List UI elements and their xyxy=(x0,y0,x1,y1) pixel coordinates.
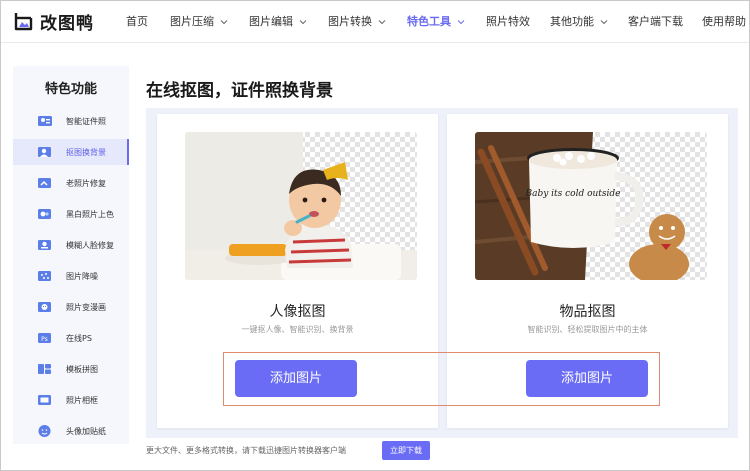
frame-icon xyxy=(38,395,51,405)
portrait-cutout-card: 人像抠图 一键抠人像、智能识别、换背景 添加图片 xyxy=(157,114,438,428)
sticker-icon xyxy=(38,425,51,437)
card-description: 智能识别、轻松提取图片中的主体 xyxy=(527,325,648,334)
nav-item-other[interactable]: 其他功能 xyxy=(550,0,608,43)
nav-item-compress[interactable]: 图片压缩 xyxy=(170,0,228,43)
sidebar-item[interactable]: 头像加贴纸 xyxy=(13,418,129,444)
sidebar-item-label: 头像加贴纸 xyxy=(66,426,106,436)
colorize-icon xyxy=(38,209,51,219)
sidebar-item-label: 老照片修复 xyxy=(66,178,106,188)
sidebar-item-label: 智能证件照 xyxy=(66,116,106,126)
chevron-down-icon xyxy=(600,19,608,24)
svg-text:Ps: Ps xyxy=(41,336,48,343)
sidebar-item-label: 照片相框 xyxy=(66,395,98,405)
sidebar-item[interactable]: 模板拼图 xyxy=(13,356,129,382)
sidebar-item[interactable]: 抠图换背景 xyxy=(13,139,129,165)
sidebar-item[interactable]: Ps 在线PS xyxy=(13,325,129,351)
sidebar-item[interactable]: 智能证件照 xyxy=(13,108,129,134)
nav-item-label: 图片压缩 xyxy=(170,15,214,28)
sidebar-item-label: 黑白照片上色 xyxy=(66,209,114,219)
portrait-sample-image xyxy=(185,132,417,280)
denoise-icon xyxy=(38,271,51,281)
object-sample-image: Baby its cold outside xyxy=(475,132,707,280)
nav-item-convert[interactable]: 图片转换 xyxy=(328,0,386,43)
nav-item-label: 客户端下载 xyxy=(628,15,683,28)
chevron-down-icon xyxy=(220,19,228,24)
sidebar-item-label: 模板拼图 xyxy=(66,364,98,374)
nav-item-label: 照片特效 xyxy=(486,15,530,28)
sidebar-item-label: 图片降噪 xyxy=(66,271,98,281)
card-description: 一键抠人像、智能识别、换背景 xyxy=(241,325,354,334)
chevron-down-icon xyxy=(457,19,465,24)
card-title: 人像抠图 xyxy=(269,304,326,320)
sidebar-item-label: 照片变漫画 xyxy=(66,302,106,312)
nav-item-label: 使用帮助 xyxy=(702,15,746,28)
nav-item-label: 图片编辑 xyxy=(249,15,293,28)
cutout-icon xyxy=(38,147,51,157)
cartoon-icon xyxy=(38,302,51,312)
client-download-note: 更大文件、更多格式转换，请下载迅捷图片转换器客户端 xyxy=(146,446,346,455)
feature-sidebar: 特色功能 智能证件照抠图换背景老照片修复黑白照片上色 模糊人脸修复 图片降噪照片变漫… xyxy=(13,66,129,444)
nav-item-effects[interactable]: 照片特效 xyxy=(486,0,530,43)
nav-item-label: 首页 xyxy=(126,15,148,28)
collage-icon xyxy=(38,364,51,374)
card-title: 物品抠图 xyxy=(559,304,616,320)
face-repair-icon xyxy=(38,240,51,250)
nav-item-special-tools[interactable]: 特色工具 xyxy=(407,0,465,43)
sidebar-item-label: 抠图换背景 xyxy=(66,147,106,157)
chevron-down-icon xyxy=(378,19,386,24)
nav-item-label: 特色工具 xyxy=(407,15,451,28)
nav-item-label: 其他功能 xyxy=(550,15,594,28)
nav-item-help[interactable]: 使用帮助 xyxy=(702,0,746,43)
add-image-button[interactable]: 添加图片 xyxy=(526,360,648,397)
chevron-down-icon xyxy=(299,19,307,24)
photo-repair-icon xyxy=(38,178,51,188)
nav-item-home[interactable]: 首页 xyxy=(126,0,148,43)
top-header: 改图鸭 首页 图片压缩 图片编辑 图片转换 特色工具 照片特效 其他功能 客户端… xyxy=(0,0,750,43)
sidebar-title: 特色功能 xyxy=(44,82,97,97)
add-image-button[interactable]: 添加图片 xyxy=(235,360,357,397)
sidebar-item[interactable]: 图片降噪 xyxy=(13,263,129,289)
id-photo-icon xyxy=(38,116,52,126)
sidebar-item[interactable]: 照片相框 xyxy=(13,387,129,413)
ps-icon: Ps xyxy=(38,333,51,343)
mug-lettering: Baby its cold outside xyxy=(524,189,620,199)
download-now-button[interactable]: 立即下载 xyxy=(382,441,430,460)
page-title: 在线抠图，证件照换背景 xyxy=(146,81,333,101)
nav-item-label: 图片转换 xyxy=(328,15,372,28)
sidebar-item[interactable]: 老照片修复 xyxy=(13,170,129,196)
sidebar-item[interactable]: 黑白照片上色 xyxy=(13,201,129,227)
nav-item-client-download[interactable]: 客户端下载 xyxy=(628,0,683,43)
main-nav: 首页 图片压缩 图片编辑 图片转换 特色工具 照片特效 其他功能 客户端下载 使… xyxy=(0,0,750,43)
object-cutout-card: Baby its cold outside 物品抠图 智能识别、轻松提取图片中的… xyxy=(447,114,728,428)
nav-item-edit[interactable]: 图片编辑 xyxy=(249,0,307,43)
sidebar-item[interactable]: 模糊人脸修复 xyxy=(13,232,129,258)
sidebar-item[interactable]: 照片变漫画 xyxy=(13,294,129,320)
sidebar-item-label: 模糊人脸修复 xyxy=(66,240,114,250)
sidebar-item-label: 在线PS xyxy=(66,333,92,343)
